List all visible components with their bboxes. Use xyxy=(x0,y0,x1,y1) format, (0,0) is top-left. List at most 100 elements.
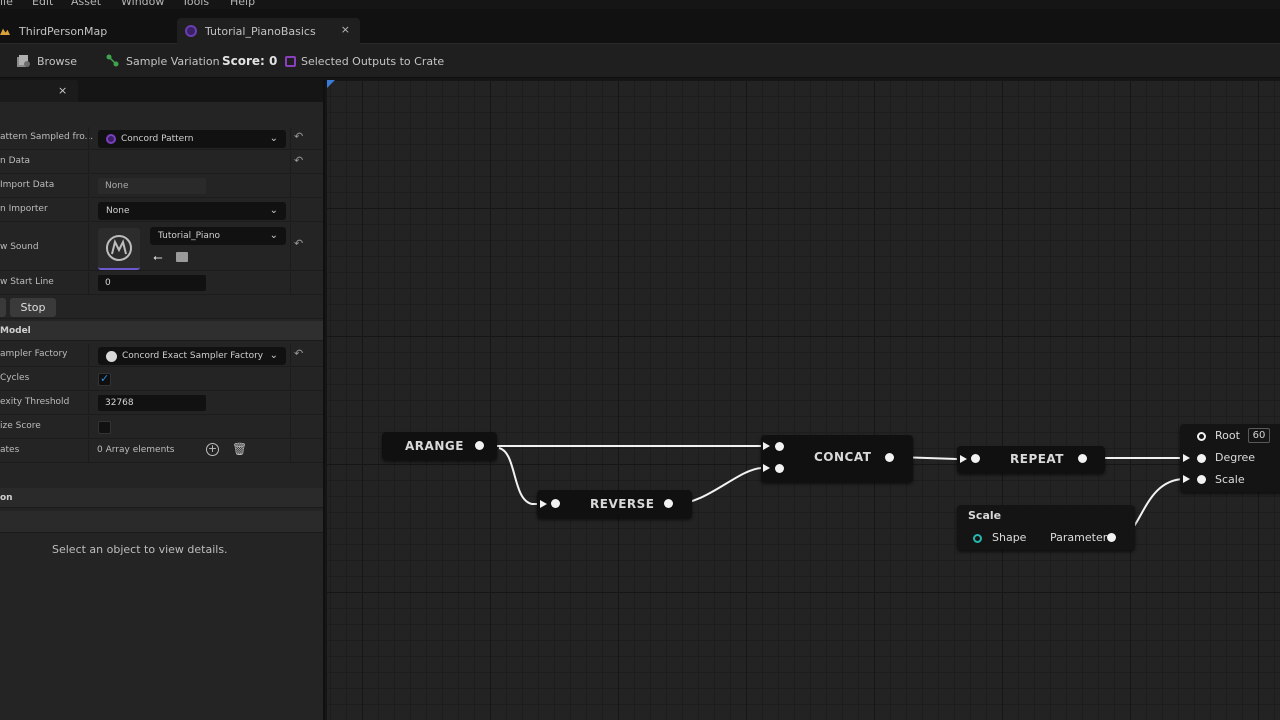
pattern-value: Concord Pattern xyxy=(121,134,194,144)
tab-thirdpersonmap[interactable]: ThirdPersonMap xyxy=(0,18,170,44)
row-import-data: Import Data None xyxy=(0,175,323,198)
row-data: n Data ↶ xyxy=(0,151,323,174)
output-pin[interactable] xyxy=(885,453,894,462)
root-label: Root xyxy=(1215,429,1240,442)
sample-variation-button[interactable]: Sample Variation xyxy=(106,44,220,78)
row-label: ampler Factory xyxy=(0,349,68,359)
shape-label: Shape xyxy=(992,531,1027,544)
close-details-button[interactable]: × xyxy=(58,84,67,97)
row-label: w Start Line xyxy=(0,277,54,287)
tab-label: Tutorial_PianoBasics xyxy=(205,24,316,38)
chevron-down-icon: ⌄ xyxy=(269,230,278,241)
sampler-factory-value: Concord Exact Sampler Factory xyxy=(122,351,264,361)
reset-arrow-icon[interactable]: ↶ xyxy=(294,347,303,360)
reset-arrow-icon[interactable]: ↶ xyxy=(294,237,303,250)
input-pin[interactable] xyxy=(551,499,560,508)
root-value-input[interactable]: 60 xyxy=(1248,428,1270,443)
pattern-combo[interactable]: Concord Pattern ⌄ xyxy=(98,130,286,148)
row-normalize-score: ize Score xyxy=(0,416,323,439)
chevron-down-icon: ⌄ xyxy=(269,205,278,216)
graph-wires xyxy=(487,445,1185,539)
node-output[interactable]: Root 60 Degree Scale xyxy=(1180,424,1280,492)
node-title: REPEAT xyxy=(1010,452,1064,466)
importer-combo[interactable]: None ⌄ xyxy=(98,202,286,220)
trash-icon[interactable]: 🗑 xyxy=(232,442,247,456)
crate-icon xyxy=(285,55,296,67)
node-title: ARANGE xyxy=(405,439,464,453)
browse-button[interactable]: Browse xyxy=(16,44,77,78)
input-pin-a[interactable] xyxy=(775,442,784,451)
normalize-score-checkbox[interactable] xyxy=(98,421,111,434)
node-scale-parameter[interactable]: Scale Shape Parameter xyxy=(957,505,1135,550)
input-pin-b[interactable] xyxy=(775,464,784,473)
details-header: × xyxy=(0,80,323,102)
sound-combo[interactable]: Tutorial_Piano ⌄ xyxy=(150,227,286,245)
row-importer: n Importer None ⌄ xyxy=(0,199,323,222)
node-arange[interactable]: ARANGE xyxy=(382,432,497,460)
section-model[interactable]: Model xyxy=(0,321,323,341)
close-tab-button[interactable]: × xyxy=(341,23,350,36)
degree-pin[interactable] xyxy=(1197,454,1206,463)
row-label: Cycles xyxy=(0,373,30,383)
play-button[interactable] xyxy=(0,298,6,317)
sample-icon xyxy=(106,54,119,67)
stop-button[interactable]: Stop xyxy=(10,298,56,317)
menu-window[interactable]: Window xyxy=(121,0,164,8)
reset-arrow-icon[interactable]: ↶ xyxy=(294,154,303,167)
node-concat[interactable]: CONCAT xyxy=(761,435,913,482)
scale-pin[interactable] xyxy=(1197,475,1206,484)
menu-tools[interactable]: Tools xyxy=(182,0,209,8)
browse-asset-icon[interactable] xyxy=(176,252,188,262)
complexity-threshold-input[interactable]: 32768 xyxy=(98,395,206,411)
pattern-asset-icon xyxy=(106,134,116,144)
root-pin[interactable] xyxy=(1197,432,1206,441)
parameter-output-pin[interactable] xyxy=(1107,533,1116,542)
add-element-icon[interactable]: + xyxy=(206,443,219,456)
start-line-input[interactable]: 0 xyxy=(98,275,206,291)
details-tab[interactable]: × xyxy=(0,80,78,102)
selected-outputs-button[interactable]: Selected Outputs to Crate xyxy=(285,44,444,78)
parameter-label: Parameter xyxy=(1050,531,1108,544)
use-selected-icon[interactable]: ⭠ xyxy=(153,250,163,265)
menu-help[interactable]: Help xyxy=(230,0,255,8)
input-arrow-icon xyxy=(960,455,967,463)
stop-label: Stop xyxy=(20,301,46,314)
row-start-line: w Start Line 0 xyxy=(0,272,323,295)
cycles-checkbox[interactable] xyxy=(98,372,111,386)
reset-arrow-icon[interactable]: ↶ xyxy=(294,130,303,143)
importer-value: None xyxy=(106,206,130,216)
row-label: ize Score xyxy=(0,421,41,431)
section-title: on xyxy=(0,493,13,503)
empty-details-message: Select an object to view details. xyxy=(52,543,228,556)
input-arrow-icon xyxy=(763,442,770,450)
shape-pin[interactable] xyxy=(973,534,982,543)
chevron-down-icon: ⌄ xyxy=(269,350,278,361)
node-title: CONCAT xyxy=(814,450,872,464)
output-pin[interactable] xyxy=(664,499,673,508)
section-spacer xyxy=(0,511,323,533)
tab-tutorial-pianobasics[interactable]: Tutorial_PianoBasics × xyxy=(177,18,360,44)
input-arrow-icon xyxy=(1183,475,1190,483)
degree-label: Degree xyxy=(1215,451,1256,464)
row-label: exity Threshold xyxy=(0,397,70,407)
menu-asset[interactable]: Asset xyxy=(71,0,101,8)
sound-thumbnail[interactable] xyxy=(98,228,140,270)
graph-canvas[interactable]: ARANGE REVERSE CONCAT REPEAT Scale Shape… xyxy=(327,80,1280,720)
output-pin[interactable] xyxy=(475,441,484,450)
input-arrow-icon xyxy=(1183,454,1190,462)
row-complexity-threshold: exity Threshold 32768 xyxy=(0,392,323,415)
node-reverse[interactable]: REVERSE xyxy=(537,490,692,518)
sample-variation-label: Sample Variation xyxy=(126,54,220,68)
input-pin[interactable] xyxy=(971,454,980,463)
output-pin[interactable] xyxy=(1078,454,1087,463)
level-icon xyxy=(0,28,10,35)
input-arrow-icon xyxy=(540,500,547,508)
sampler-factory-combo[interactable]: Concord Exact Sampler Factory ⌄ xyxy=(98,347,286,365)
pattern-asset-icon xyxy=(185,25,197,37)
menu-edit[interactable]: Edit xyxy=(32,0,53,8)
node-repeat[interactable]: REPEAT xyxy=(957,446,1105,473)
menu-file[interactable]: ile xyxy=(0,0,13,8)
tab-label: ThirdPersonMap xyxy=(19,24,108,38)
row-label: w Sound xyxy=(0,242,39,252)
section-on[interactable]: on xyxy=(0,488,323,508)
